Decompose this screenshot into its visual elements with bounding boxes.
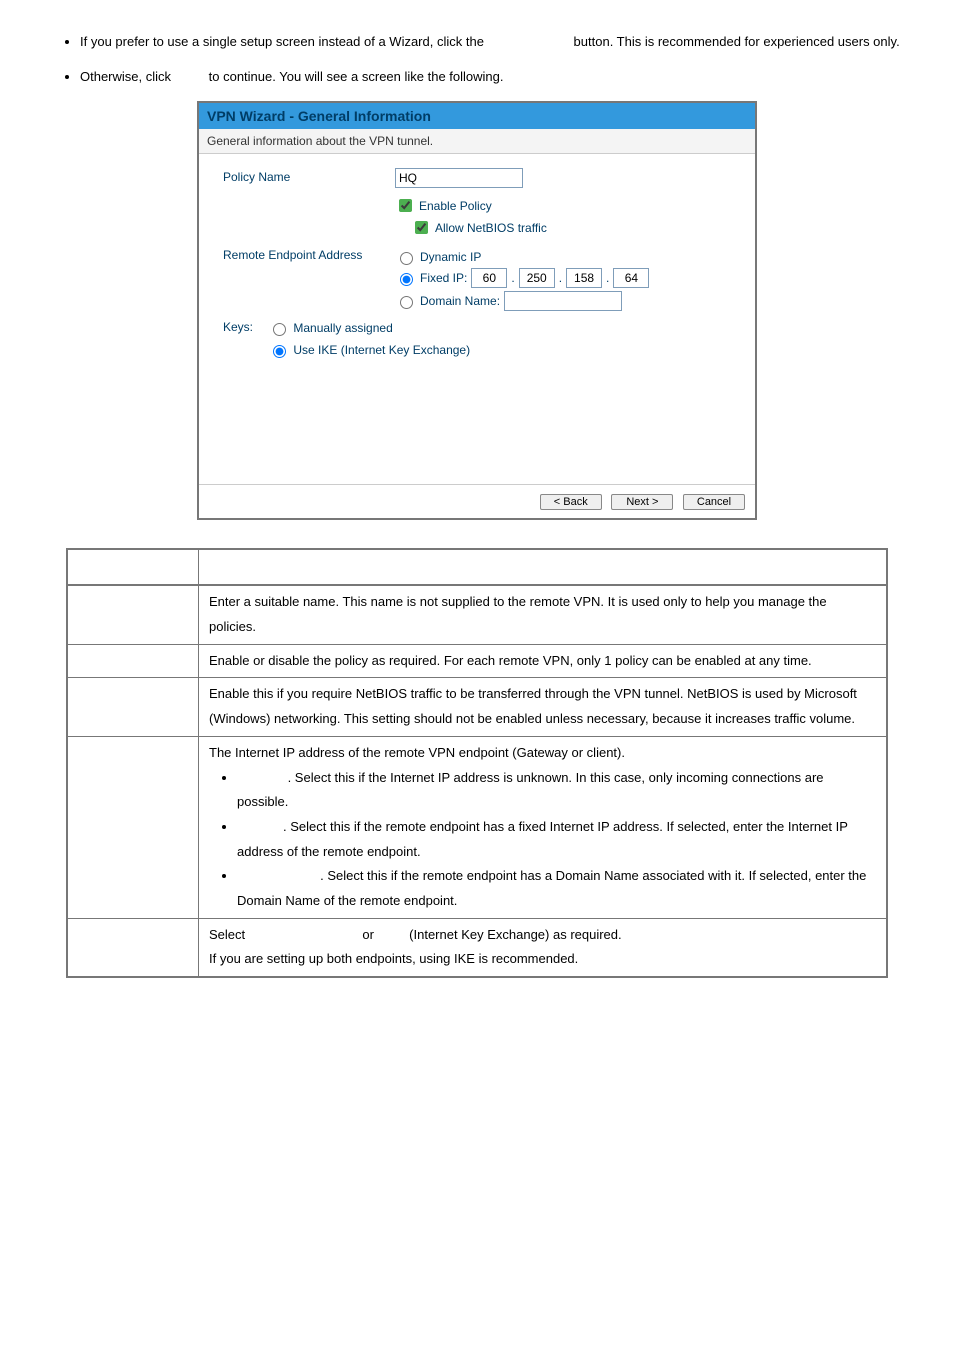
keys-ike-radio[interactable]	[273, 345, 286, 358]
domain-name-radio[interactable]	[400, 296, 413, 309]
text: to continue. You will see a screen like …	[209, 69, 504, 84]
row-label	[67, 644, 199, 678]
wizard-subtitle: General information about the VPN tunnel…	[199, 129, 755, 154]
text: button. This is recommended for experien…	[574, 34, 900, 49]
domain-name-label: Domain Name:	[420, 294, 500, 308]
allow-netbios-checkbox[interactable]	[415, 221, 428, 234]
table-header-left	[67, 549, 199, 585]
list-item: Domain Name. Select this if the remote e…	[237, 864, 876, 913]
text: If you prefer to use a single setup scre…	[80, 34, 488, 49]
row-label	[67, 585, 199, 644]
cancel-button[interactable]: Cancel	[683, 494, 745, 510]
text: . Select this if the Internet IP address…	[237, 770, 824, 810]
text: or	[362, 927, 377, 942]
intro-bullet-1: If you prefer to use a single setup scre…	[80, 30, 914, 55]
row-label	[67, 918, 199, 977]
row-desc: Enable this if you require NetBIOS traff…	[199, 678, 888, 736]
allow-netbios-label: Allow NetBIOS traffic	[435, 221, 547, 235]
domain-name-input[interactable]	[504, 291, 622, 311]
policy-name-input[interactable]	[395, 168, 523, 188]
row-label	[67, 678, 199, 736]
back-button[interactable]: < Back	[540, 494, 602, 510]
fixed-ip-c[interactable]	[566, 268, 602, 288]
keys-ike-label: Use IKE (Internet Key Exchange)	[293, 343, 470, 357]
text: . Select this if the remote endpoint has…	[237, 868, 866, 908]
row-desc: The Internet IP address of the remote VP…	[199, 736, 888, 918]
fixed-ip-a[interactable]	[471, 268, 507, 288]
enable-policy-label: Enable Policy	[419, 199, 492, 213]
list-item: Fixed IP. Select this if the remote endp…	[237, 815, 876, 864]
row-desc: Select or (Internet Key Exchange) as req…	[199, 918, 888, 977]
fixed-ip-label: Fixed IP:	[420, 271, 467, 285]
text: Otherwise, click	[80, 69, 175, 84]
fixed-ip-b[interactable]	[519, 268, 555, 288]
next-button[interactable]: Next >	[611, 494, 673, 510]
fixed-ip-d[interactable]	[613, 268, 649, 288]
text: . Select this if the remote endpoint has…	[237, 819, 848, 859]
keys-label: Keys:	[223, 320, 265, 334]
text: Select	[209, 927, 249, 942]
row-label	[67, 736, 199, 918]
table-header-right	[199, 549, 888, 585]
row-desc: Enable or disable the policy as required…	[199, 644, 888, 678]
row-desc: Enter a suitable name. This name is not …	[199, 585, 888, 644]
dynamic-ip-radio[interactable]	[400, 252, 413, 265]
keys-manual-label: Manually assigned	[293, 321, 392, 335]
wizard-title: VPN Wizard - General Information	[199, 103, 755, 129]
remote-endpoint-label: Remote Endpoint Address	[213, 246, 395, 262]
text: (Internet Key Exchange) as required.	[409, 927, 621, 942]
enable-policy-checkbox[interactable]	[399, 199, 412, 212]
text: The Internet IP address of the remote VP…	[209, 745, 625, 760]
fixed-ip-radio[interactable]	[400, 273, 413, 286]
list-item: Dynamic. Select this if the Internet IP …	[237, 766, 876, 815]
description-table: Enter a suitable name. This name is not …	[66, 548, 888, 978]
keys-manual-radio[interactable]	[273, 323, 286, 336]
wizard-dialog: VPN Wizard - General Information General…	[197, 101, 757, 520]
policy-name-label: Policy Name	[213, 168, 395, 184]
intro-bullet-2: Otherwise, click to continue. You will s…	[80, 65, 914, 90]
text: If you are setting up both endpoints, us…	[209, 951, 578, 966]
dynamic-ip-label: Dynamic IP	[420, 250, 481, 264]
